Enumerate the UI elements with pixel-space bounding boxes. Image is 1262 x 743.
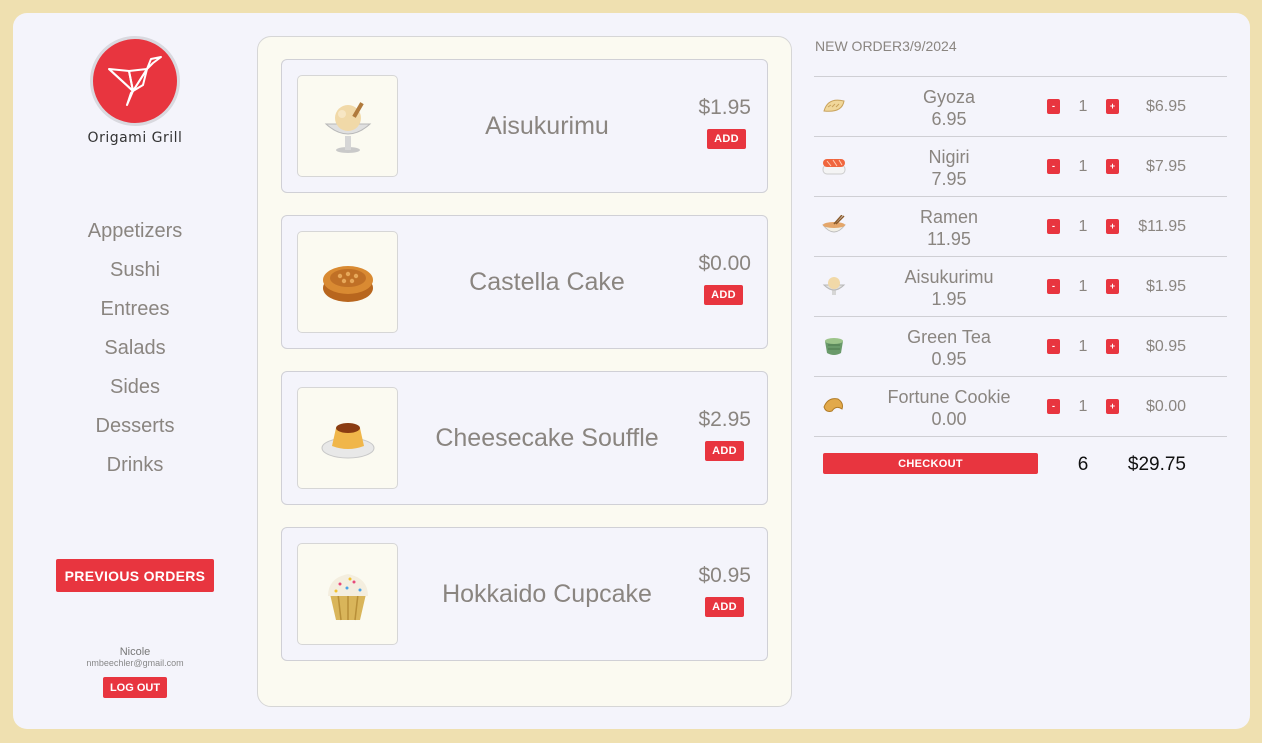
- category-entrees[interactable]: Entrees: [60, 296, 210, 335]
- menu-item-card[interactable]: Castella Cake $0.00 ADD: [281, 215, 768, 349]
- menu-item-price: $2.95: [698, 408, 751, 431]
- crane-icon: [108, 56, 162, 106]
- menu-item-thumbnail: [297, 543, 398, 645]
- order-row: Fortune Cookie 0.00 - 1 + $0.00: [814, 376, 1227, 437]
- order-item-name: Aisukurimu: [904, 267, 994, 287]
- sushi-icon: [822, 159, 846, 175]
- decrease-qty-button[interactable]: -: [1047, 279, 1060, 294]
- add-button[interactable]: ADD: [705, 597, 744, 617]
- add-button[interactable]: ADD: [707, 129, 746, 149]
- order-row: Aisukurimu 1.95 - 1 + $1.95: [814, 256, 1227, 316]
- order-list: Gyoza 6.95 - 1 + $6.95 Nigiri 7.95 - 1 +…: [814, 76, 1227, 437]
- order-row: Nigiri 7.95 - 1 + $7.95: [814, 136, 1227, 196]
- menu-item-card[interactable]: Aisukurimu $1.95 ADD: [281, 59, 768, 193]
- order-item-qty: 1: [1078, 158, 1088, 175]
- menu-item-name: Hokkaido Cupcake: [442, 579, 652, 608]
- order-row: Green Tea 0.95 - 1 + $0.95: [814, 316, 1227, 376]
- decrease-qty-button[interactable]: -: [1047, 339, 1060, 354]
- previous-orders-button[interactable]: PREVIOUS ORDERS: [56, 559, 214, 592]
- order-item-unit-price: 0.00: [931, 409, 967, 429]
- noodle-bowl-icon: [822, 215, 846, 233]
- menu-item-price: $0.95: [698, 564, 751, 587]
- custard-icon: [321, 423, 374, 459]
- decrease-qty-button[interactable]: -: [1047, 159, 1060, 174]
- order-item-name: Green Tea: [907, 327, 991, 347]
- order-item-name: Fortune Cookie: [887, 387, 1011, 407]
- order-item-qty: 1: [1078, 338, 1088, 355]
- order-item-name: Ramen: [919, 207, 979, 227]
- origami-crane-logo: [90, 36, 180, 126]
- menu-item-name: Aisukurimu: [485, 111, 609, 140]
- order-item-total: $6.95: [1145, 98, 1186, 115]
- menu-item-name: Castella Cake: [469, 267, 625, 296]
- add-button[interactable]: ADD: [705, 441, 744, 461]
- menu-item-name: Cheesecake Souffle: [435, 423, 659, 452]
- category-desserts[interactable]: Desserts: [60, 413, 210, 452]
- logout-button[interactable]: LOG OUT: [103, 677, 167, 698]
- order-item-qty: 1: [1078, 98, 1088, 115]
- decrease-qty-button[interactable]: -: [1047, 399, 1060, 414]
- ice-cream-icon: [324, 102, 371, 153]
- order-item-total: $1.95: [1145, 278, 1186, 295]
- decrease-qty-button[interactable]: -: [1047, 99, 1060, 114]
- menu-item-card[interactable]: Cheesecake Souffle $2.95 ADD: [281, 371, 768, 505]
- order-item-qty: 1: [1078, 398, 1088, 415]
- order-item-total: $0.95: [1145, 338, 1186, 355]
- ice-cream-icon: [822, 277, 846, 295]
- order-row: Ramen 11.95 - 1 + $11.95: [814, 196, 1227, 256]
- decrease-qty-button[interactable]: -: [1047, 219, 1060, 234]
- tea-icon: [825, 338, 843, 355]
- order-item-name: Gyoza: [922, 87, 976, 107]
- menu-item-thumbnail: [297, 75, 398, 177]
- category-appetizers[interactable]: Appetizers: [60, 218, 210, 257]
- order-row: Gyoza 6.95 - 1 + $6.95: [814, 76, 1227, 136]
- user-name: Nicole: [119, 646, 151, 658]
- menu-item-thumbnail: [297, 231, 398, 333]
- order-item-unit-price: 1.95: [931, 289, 967, 309]
- category-sushi[interactable]: Sushi: [60, 257, 210, 296]
- add-button[interactable]: ADD: [704, 285, 743, 305]
- order-item-unit-price: 6.95: [931, 109, 967, 129]
- mooncake-icon: [322, 266, 373, 302]
- cupcake-icon: [327, 574, 368, 621]
- order-item-qty: 1: [1078, 218, 1088, 235]
- user-email: nmbeechler@gmail.com: [86, 658, 184, 668]
- order-item-count: 6: [1077, 454, 1089, 475]
- menu-item-price: $1.95: [698, 96, 751, 119]
- order-item-total: $7.95: [1145, 158, 1186, 175]
- dumpling-icon: [823, 99, 845, 112]
- order-title: NEW ORDER3/9/2024: [815, 38, 957, 54]
- category-sides[interactable]: Sides: [60, 374, 210, 413]
- order-total: $29.75: [1127, 454, 1186, 475]
- category-drinks[interactable]: Drinks: [60, 452, 210, 491]
- order-item-total: $0.00: [1145, 398, 1186, 415]
- checkout-button[interactable]: CHECKOUT: [823, 453, 1038, 474]
- order-item-qty: 1: [1078, 278, 1088, 295]
- order-item-total: $11.95: [1138, 218, 1186, 235]
- order-item-unit-price: 11.95: [927, 229, 971, 249]
- menu-item-price: $0.00: [698, 252, 751, 275]
- order-item-unit-price: 0.95: [931, 349, 967, 369]
- order-item-unit-price: 7.95: [931, 169, 967, 189]
- category-nav: Appetizers Sushi Entrees Salads Sides De…: [60, 218, 210, 491]
- menu-item-thumbnail: [297, 387, 398, 489]
- fortune-cookie-icon: [823, 398, 843, 412]
- order-item-name: Nigiri: [928, 147, 970, 167]
- category-salads[interactable]: Salads: [60, 335, 210, 374]
- menu-item-card[interactable]: Hokkaido Cupcake $0.95 ADD: [281, 527, 768, 661]
- brand-name: Origami Grill: [87, 130, 183, 146]
